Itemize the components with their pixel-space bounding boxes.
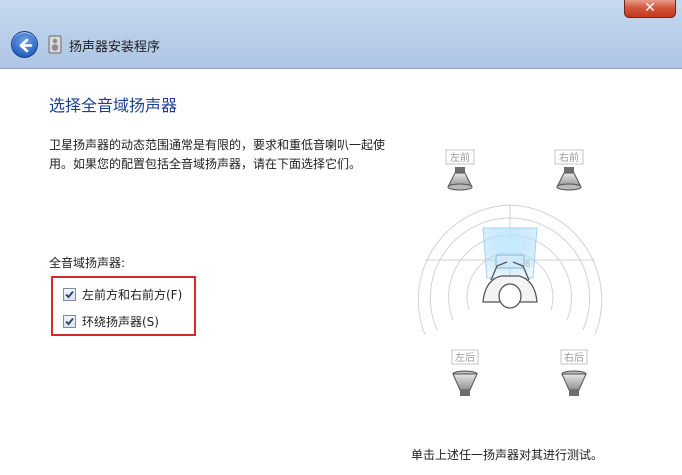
rear-right-speaker[interactable]: 右后 [560, 349, 588, 396]
checkmark-icon [65, 290, 74, 299]
listening-zone-icon [482, 227, 538, 279]
front-right-label: 右前 [559, 151, 579, 164]
display-icon [495, 254, 525, 269]
title-bar: ✕ 扬声器安装程序 [0, 0, 682, 69]
surround-speakers-option[interactable]: 环绕扬声器(S) [63, 313, 159, 330]
test-hint-text: 单击上述任一扬声器对其进行测试。 [411, 448, 604, 462]
rear-left-label: 左后 [455, 351, 475, 364]
front-speakers-label[interactable]: 左前方和右前方(F) [82, 286, 182, 303]
checkmark-icon [65, 317, 74, 326]
rear-right-label: 右后 [564, 351, 584, 364]
front-right-speaker[interactable]: 右前 [554, 149, 584, 191]
back-arrow-icon [19, 38, 33, 53]
speaker-app-icon [48, 35, 62, 54]
svg-text:6: 6 [525, 260, 531, 270]
front-left-label: 左前 [450, 151, 470, 164]
front-speakers-checkbox[interactable] [63, 288, 76, 301]
speaker-layout-diagram: 6 左前 右前 左后 右后 [417, 149, 603, 396]
page-heading: 选择全音域扬声器 [49, 96, 178, 115]
surround-speakers-label[interactable]: 环绕扬声器(S) [82, 313, 159, 330]
back-button[interactable] [11, 31, 38, 58]
description-text: 卫星扬声器的动态范围通常是有限的，要求和重低音喇叭一起使用。如果您的配置包括全音… [49, 138, 386, 171]
close-button[interactable]: ✕ [624, 0, 676, 18]
front-left-speaker[interactable]: 左前 [445, 149, 475, 191]
rear-left-speaker[interactable]: 左后 [451, 349, 479, 396]
full-range-group-label: 全音域扬声器: [49, 256, 126, 270]
window-title: 扬声器安装程序 [69, 40, 161, 55]
surround-speakers-checkbox[interactable] [63, 315, 76, 328]
front-speakers-option[interactable]: 左前方和右前方(F) [63, 286, 182, 303]
